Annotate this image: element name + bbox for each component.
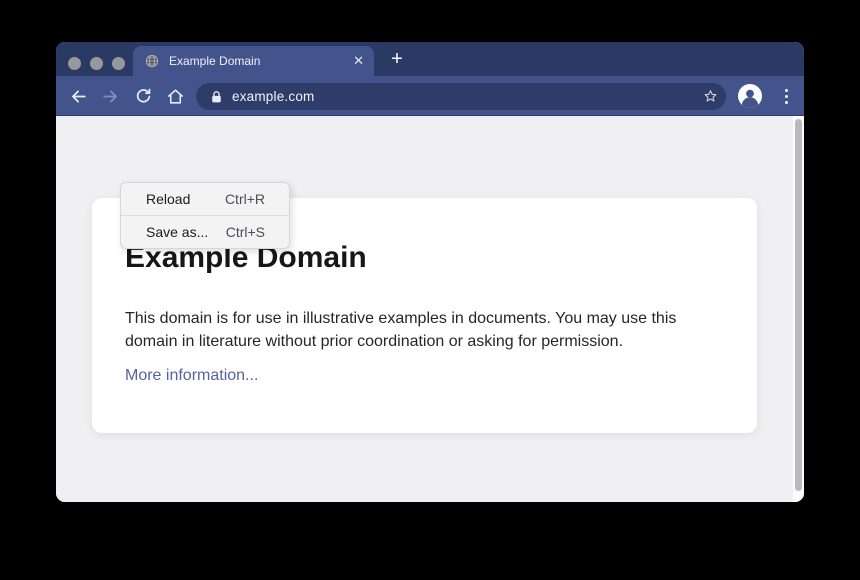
toolbar: example.com: [56, 76, 804, 116]
menu-item-label: Reload: [146, 191, 190, 207]
reload-button[interactable]: [131, 84, 155, 108]
reload-icon: [134, 87, 153, 106]
context-menu: Reload Ctrl+R Save as... Ctrl+S: [120, 182, 290, 249]
bookmark-star-icon[interactable]: [702, 88, 719, 105]
globe-favicon-icon: [145, 54, 159, 68]
menu-item-shortcut: Ctrl+S: [226, 224, 265, 240]
forward-arrow-icon: [101, 87, 120, 106]
browser-window: Example Domain ✕ +: [56, 42, 804, 502]
url-text: example.com: [232, 89, 314, 104]
new-tab-button[interactable]: +: [386, 49, 408, 71]
tab-title: Example Domain: [169, 54, 260, 68]
back-arrow-icon: [69, 87, 88, 106]
overflow-dot: [785, 89, 788, 92]
menu-item-shortcut: Ctrl+R: [225, 191, 265, 207]
body-line: This domain is for use in illustrative e…: [125, 307, 757, 330]
maximize-window-button[interactable]: [112, 57, 125, 70]
close-tab-icon[interactable]: ✕: [353, 46, 364, 76]
close-window-button[interactable]: [68, 57, 81, 70]
overflow-dot: [785, 95, 788, 98]
minimize-window-button[interactable]: [90, 57, 103, 70]
menu-item-save-as[interactable]: Save as... Ctrl+S: [121, 216, 289, 248]
page-content: Example Domain This domain is for use in…: [56, 116, 804, 502]
body-paragraph: This domain is for use in illustrative e…: [125, 307, 757, 353]
address-bar[interactable]: example.com: [196, 83, 726, 110]
scrollbar-track[interactable]: [793, 116, 804, 502]
titlebar: Example Domain ✕ +: [56, 42, 804, 76]
browser-tab[interactable]: Example Domain ✕: [133, 46, 374, 76]
scrollbar-thumb[interactable]: [795, 119, 802, 491]
overflow-dot: [785, 101, 788, 104]
lock-icon: [210, 90, 223, 104]
menu-item-reload[interactable]: Reload Ctrl+R: [121, 183, 289, 215]
menu-item-label: Save as...: [146, 224, 208, 240]
back-button[interactable]: [66, 84, 90, 108]
home-button[interactable]: [163, 84, 187, 108]
profile-avatar-icon[interactable]: [738, 84, 762, 108]
body-line: domain in literature without prior coord…: [125, 330, 757, 353]
forward-button[interactable]: [98, 84, 122, 108]
home-icon: [166, 87, 185, 106]
overflow-menu-button[interactable]: [777, 84, 795, 108]
traffic-lights: [68, 57, 125, 70]
more-information-link[interactable]: More information...: [125, 367, 258, 385]
